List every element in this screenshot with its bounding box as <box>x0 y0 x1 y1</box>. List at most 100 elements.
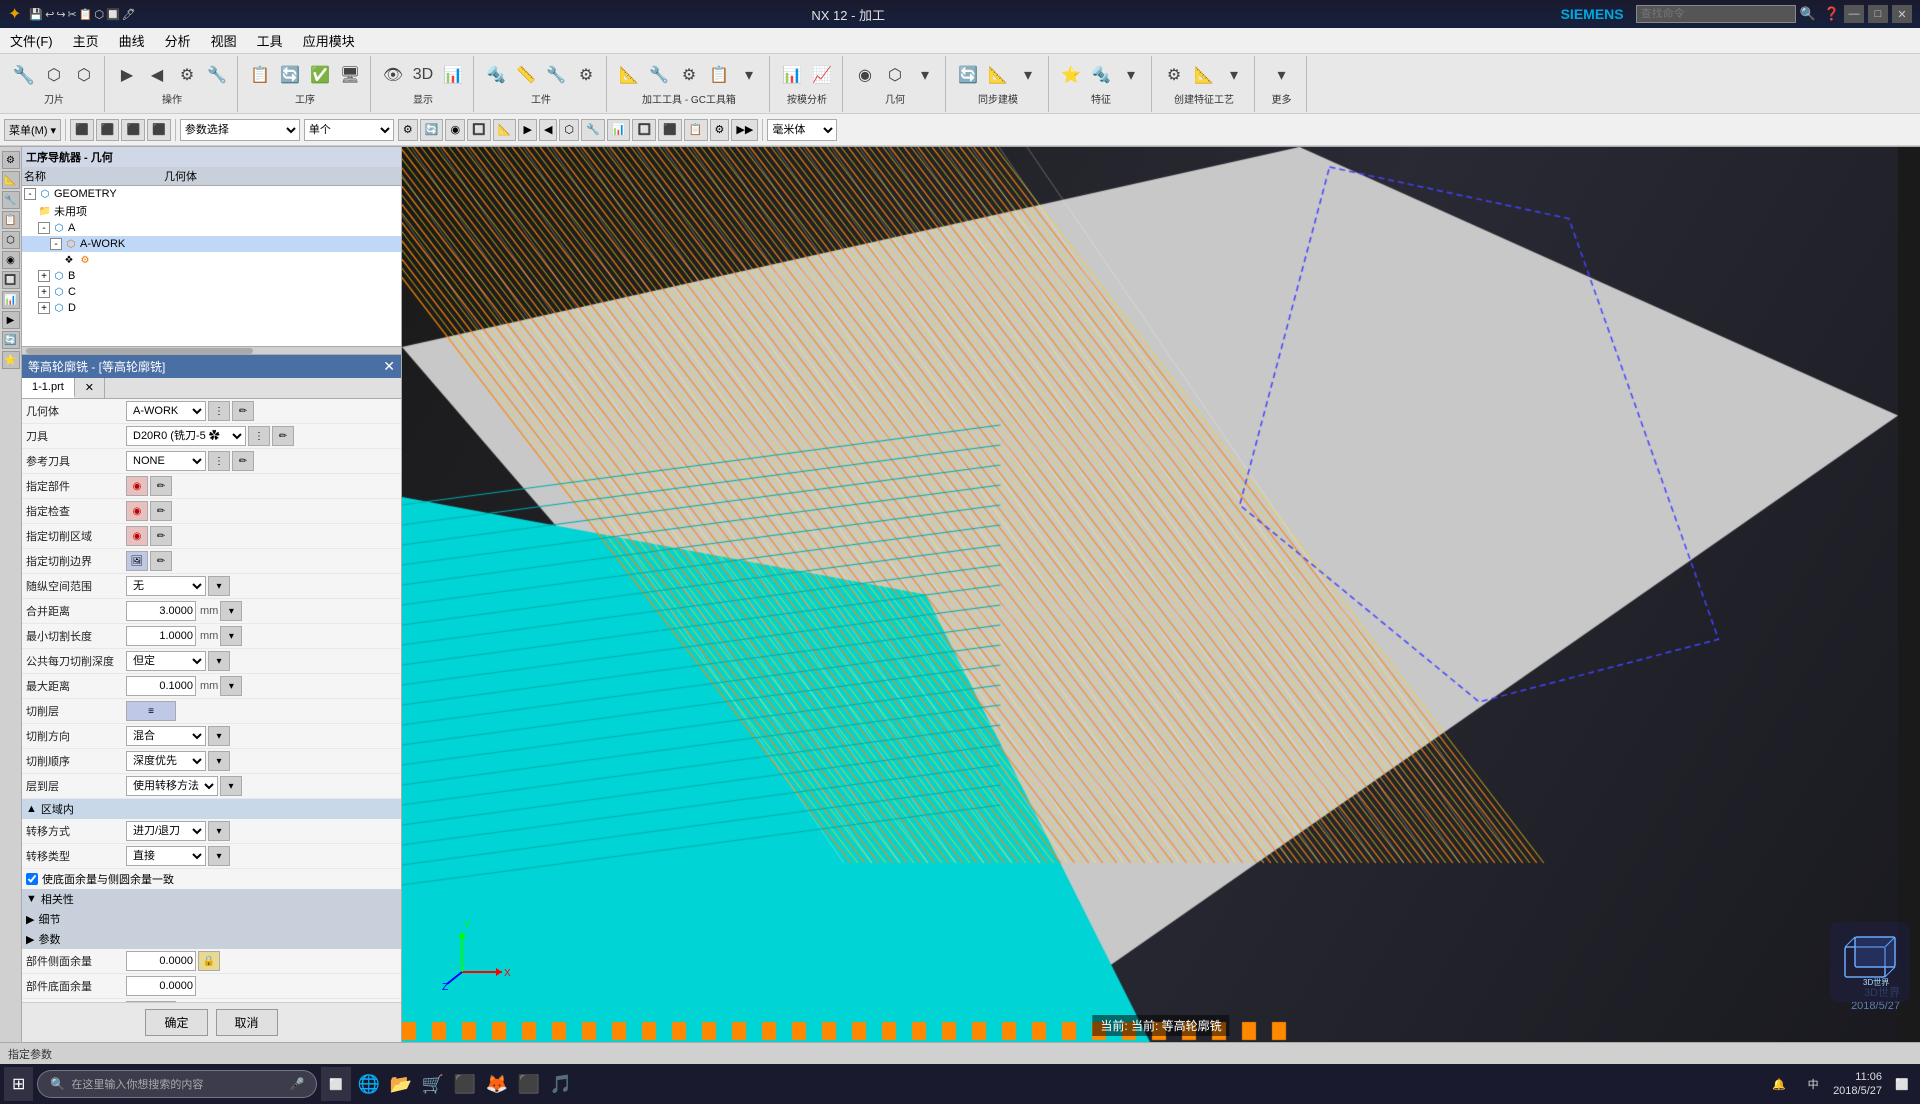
sync-more[interactable]: ▾ <box>1014 61 1042 89</box>
sidebar-icon3[interactable]: 🔧 <box>2 191 20 209</box>
tb-icon7[interactable]: 🔲 <box>106 8 120 21</box>
confirm-button[interactable]: 确定 <box>145 1009 207 1036</box>
menu-view[interactable]: 视图 <box>201 28 247 53</box>
cancel-button[interactable]: 取消 <box>216 1009 278 1036</box>
min-cut-dropdown[interactable]: ▾ <box>220 626 242 646</box>
cf-icon1[interactable]: ⚙ <box>1160 61 1188 89</box>
params-section[interactable]: ▶ 参数 <box>22 929 401 949</box>
transfer-method-dropdown[interactable]: ▾ <box>208 821 230 841</box>
tb2-tool15[interactable]: ▶▶ <box>731 119 758 141</box>
common-depth-select[interactable]: 但定 <box>126 651 206 671</box>
minimize-button[interactable]: — <box>1844 5 1864 23</box>
filter-select[interactable]: 单个 <box>304 119 394 141</box>
proc-icon1[interactable]: 📋 <box>246 61 274 89</box>
specify-part-btn1[interactable]: ◉ <box>126 476 148 496</box>
start-button[interactable]: ⊞ <box>4 1067 33 1101</box>
tree-a-work[interactable]: - ⬡ A-WORK <box>22 236 401 252</box>
expand-d[interactable]: + <box>38 302 50 314</box>
tb2-tool12[interactable]: ⬛ <box>658 119 682 141</box>
dialog-tab-close[interactable]: ✕ <box>75 378 105 398</box>
sidebar-icon11[interactable]: ⭐ <box>2 351 20 369</box>
tb2-btn2[interactable]: ⬛ <box>96 119 120 141</box>
dialog-close-button[interactable]: ✕ <box>383 358 395 375</box>
ops-icon1[interactable]: ▶ <box>113 61 141 89</box>
menu-button[interactable]: 菜单(M) ▾ <box>4 119 61 141</box>
common-depth-dropdown[interactable]: ▾ <box>208 651 230 671</box>
geometry-select[interactable]: A-WORK <box>126 401 206 421</box>
tree-d[interactable]: + ⬡ D <box>22 300 401 316</box>
menu-analysis[interactable]: 分析 <box>155 28 201 53</box>
sidebar-icon10[interactable]: 🔄 <box>2 331 20 349</box>
ref-tool-btn2[interactable]: ✏ <box>232 451 254 471</box>
dialog-tab1[interactable]: 1-1.prt <box>22 378 75 398</box>
gc-icon1[interactable]: 📐 <box>615 61 643 89</box>
expand-b[interactable]: + <box>38 270 50 282</box>
sidebar-icon6[interactable]: ◉ <box>2 251 20 269</box>
unit-select[interactable]: 毫米体 <box>767 119 837 141</box>
expand-a-work[interactable]: - <box>50 238 62 250</box>
geo-icon2[interactable]: ⬡ <box>881 61 909 89</box>
floor-stock-checkbox[interactable] <box>26 873 38 885</box>
geo-more[interactable]: ▾ <box>911 61 939 89</box>
tb2-tool9[interactable]: 🔧 <box>581 119 605 141</box>
tb2-tool1[interactable]: ⚙ <box>398 119 418 141</box>
tb2-tool11[interactable]: 🔲 <box>632 119 656 141</box>
merge-input[interactable] <box>126 601 196 621</box>
task-view-button[interactable]: ⬜ <box>321 1067 351 1101</box>
proc-icon3[interactable]: ✅ <box>306 61 334 89</box>
feat-more[interactable]: ▾ <box>1117 61 1145 89</box>
tb-icon3[interactable]: ↪ <box>56 8 65 21</box>
geo-icon1[interactable]: ◉ <box>851 61 879 89</box>
wp-icon3[interactable]: 🔧 <box>542 61 570 89</box>
tb2-btn3[interactable]: ⬛ <box>121 119 145 141</box>
tb2-tool6[interactable]: ▶ <box>518 119 536 141</box>
sidebar-icon7[interactable]: 🔲 <box>2 271 20 289</box>
gc-more[interactable]: ▾ <box>735 61 763 89</box>
create-build-icon[interactable]: ⬡ <box>70 61 98 89</box>
taskbar-search[interactable]: 🔍 在这里输入你想搜索的内容 🎤 <box>37 1070 317 1098</box>
tool-btn1[interactable]: ⋮ <box>248 426 270 446</box>
tb2-tool2[interactable]: 🔄 <box>420 119 444 141</box>
sync-icon1[interactable]: 🔄 <box>954 61 982 89</box>
an-icon1[interactable]: 📊 <box>778 61 806 89</box>
transfer-type-dropdown[interactable]: ▾ <box>208 846 230 866</box>
firefox-icon[interactable]: 🦊 <box>483 1070 511 1098</box>
gc-icon2[interactable]: 🔧 <box>645 61 673 89</box>
specify-part-btn2[interactable]: ✏ <box>150 476 172 496</box>
tb2-btn1[interactable]: ⬛ <box>70 119 94 141</box>
sidebar-icon1[interactable]: ⚙ <box>2 151 20 169</box>
ops-icon2[interactable]: ◀ <box>143 61 171 89</box>
min-cut-input[interactable] <box>126 626 196 646</box>
cut-direction-select[interactable]: 混合 <box>126 726 206 746</box>
specify-check-btn1[interactable]: ◉ <box>126 501 148 521</box>
wp-icon4[interactable]: ⚙ <box>572 61 600 89</box>
show-desktop-icon[interactable]: ⬜ <box>1888 1070 1916 1098</box>
tb2-tool8[interactable]: ⬡ <box>559 119 579 141</box>
menu-file[interactable]: 文件(F) <box>0 28 63 53</box>
menu-app[interactable]: 应用模块 <box>293 28 365 53</box>
help-icon[interactable]: ❓ <box>1824 6 1840 22</box>
expand-c[interactable]: + <box>38 286 50 298</box>
tool-select[interactable]: D20R0 (铣刀-5 ✿ <box>126 426 246 446</box>
feat-icon2[interactable]: 🔩 <box>1087 61 1115 89</box>
edge-icon[interactable]: 🌐 <box>355 1070 383 1098</box>
explorer-icon[interactable]: 📂 <box>387 1070 415 1098</box>
ops-icon3[interactable]: ⚙ <box>173 61 201 89</box>
sidebar-icon5[interactable]: ⬡ <box>2 231 20 249</box>
wp-icon2[interactable]: 📏 <box>512 61 540 89</box>
merge-dropdown[interactable]: ▾ <box>220 601 242 621</box>
tb-icon4[interactable]: ✂ <box>68 8 77 21</box>
gc-icon3[interactable]: ⚙ <box>675 61 703 89</box>
create-knife-icon[interactable]: 🔧 <box>10 61 38 89</box>
proc-icon4[interactable]: 🖥 <box>336 61 364 89</box>
region-inside-dropdown[interactable]: ▲ 区域内 <box>22 799 401 819</box>
specify-check-btn2[interactable]: ✏ <box>150 501 172 521</box>
part-side-lock[interactable]: 🔒 <box>198 951 220 971</box>
tb2-tool4[interactable]: 🔲 <box>467 119 491 141</box>
cut-boundary-btn1[interactable]: 🖼 <box>126 551 148 571</box>
tree-geometry[interactable]: - ⬡ GEOMETRY <box>22 186 401 202</box>
tb2-tool3[interactable]: ◉ <box>445 119 465 141</box>
corridor-select[interactable]: 无 <box>126 576 206 596</box>
cut-direction-dropdown[interactable]: ▾ <box>208 726 230 746</box>
tool-btn2[interactable]: ✏ <box>272 426 294 446</box>
